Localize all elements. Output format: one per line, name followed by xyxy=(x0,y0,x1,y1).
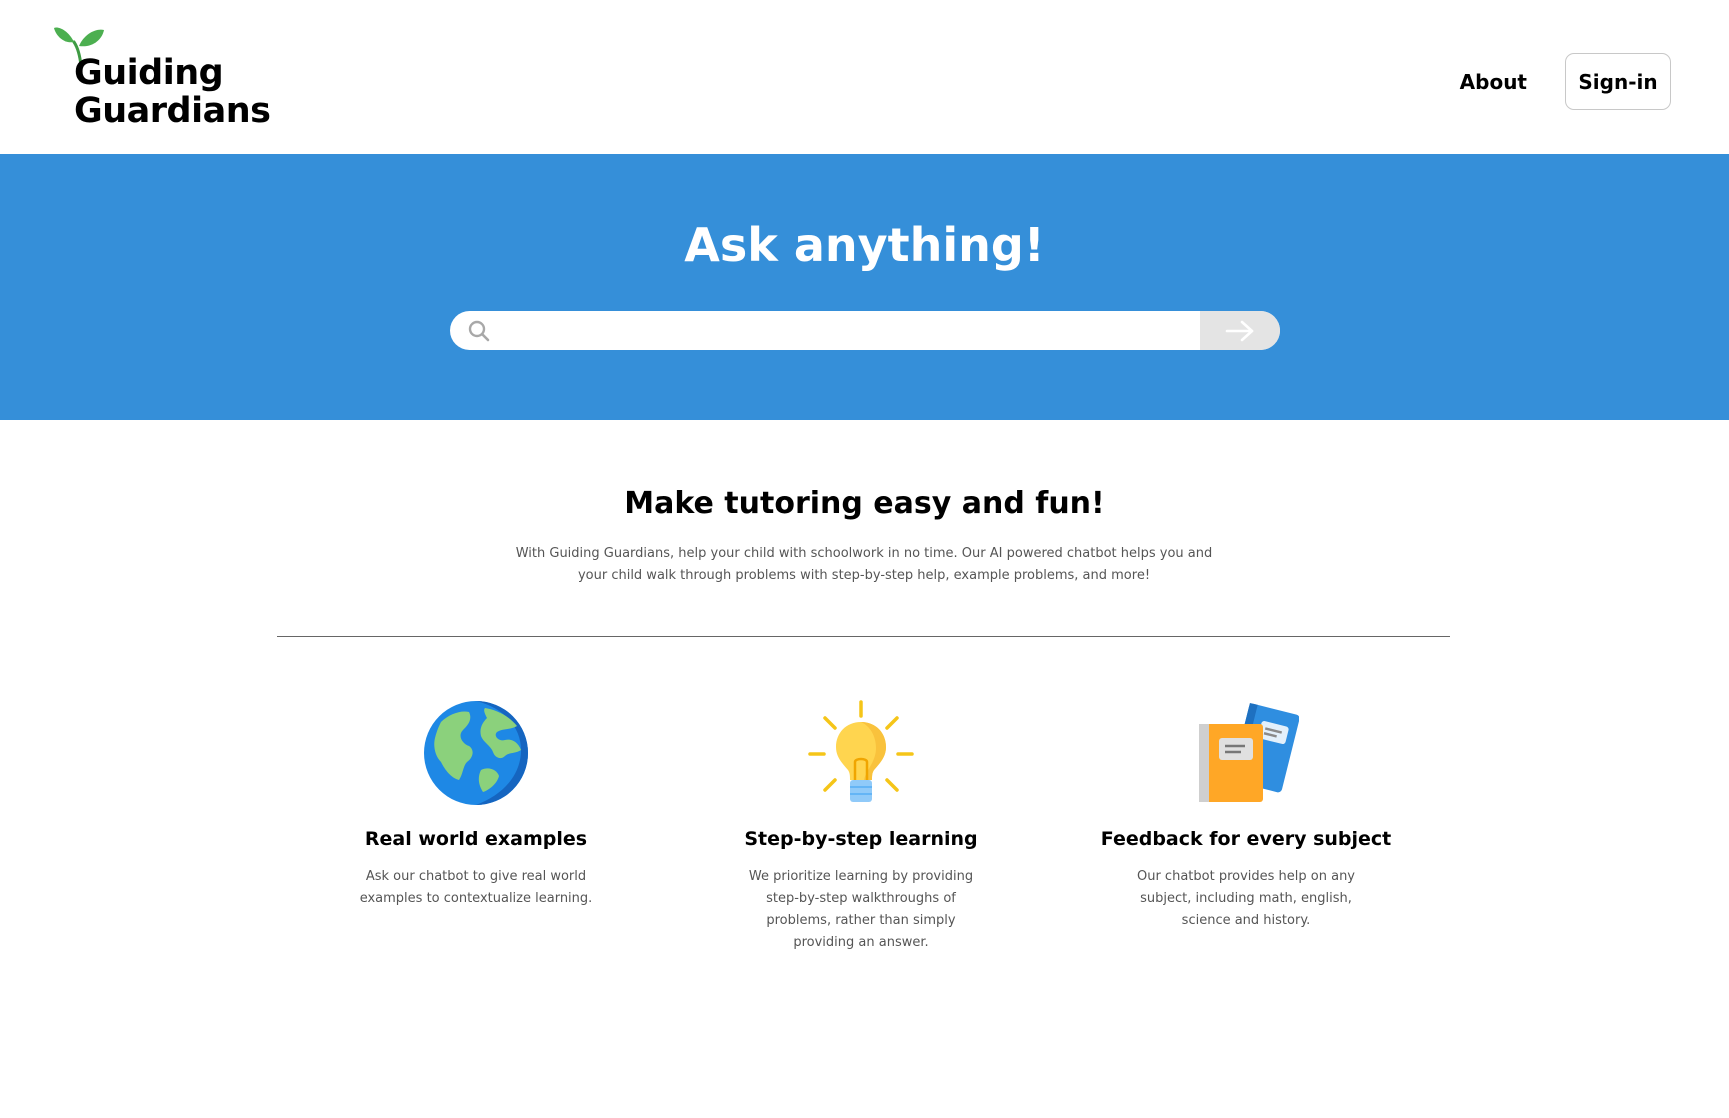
search-submit-button[interactable] xyxy=(1200,311,1280,350)
about-link[interactable]: About xyxy=(1460,70,1527,94)
feature-step-by-step: Step-by-step learning We prioritize lear… xyxy=(711,700,1011,954)
books-icon xyxy=(1199,702,1299,802)
feature-title: Real world examples xyxy=(364,828,588,850)
search-bar xyxy=(450,311,1280,350)
sign-in-button[interactable]: Sign-in xyxy=(1565,53,1671,110)
feature-every-subject: Feedback for every subject Our chatbot p… xyxy=(1096,700,1396,932)
logo-line-2: Guardians xyxy=(74,91,271,131)
lightbulb-icon xyxy=(808,700,914,802)
search-input[interactable] xyxy=(508,311,1200,350)
arrow-right-icon xyxy=(1225,320,1254,341)
top-nav: About Sign-in xyxy=(1460,53,1671,110)
section-divider xyxy=(277,636,1450,637)
logo-line-1: Guiding xyxy=(74,53,224,93)
hero-title: Ask anything! xyxy=(684,218,1045,272)
logo-text: Guiding Guardians xyxy=(74,53,271,131)
intro-title: Make tutoring easy and fun! xyxy=(624,486,1105,521)
intro-text: With Guiding Guardians, help your child … xyxy=(515,546,1213,583)
feature-title: Feedback for every subject xyxy=(1100,828,1392,850)
feature-description: Our chatbot provides help on any subject… xyxy=(1136,869,1356,928)
feature-description: We prioritize learning by providing step… xyxy=(748,869,974,950)
site-header: Guiding Guardians About Sign-in xyxy=(0,0,1729,154)
feature-title: Step-by-step learning xyxy=(744,828,978,850)
search-icon xyxy=(450,311,508,350)
globe-icon xyxy=(424,701,528,805)
feature-description: Ask our chatbot to give real world examp… xyxy=(359,869,593,906)
feature-real-world-examples: Real world examples Ask our chatbot to g… xyxy=(326,700,626,910)
logo[interactable]: Guiding Guardians xyxy=(54,24,284,134)
hero-banner xyxy=(0,154,1729,420)
